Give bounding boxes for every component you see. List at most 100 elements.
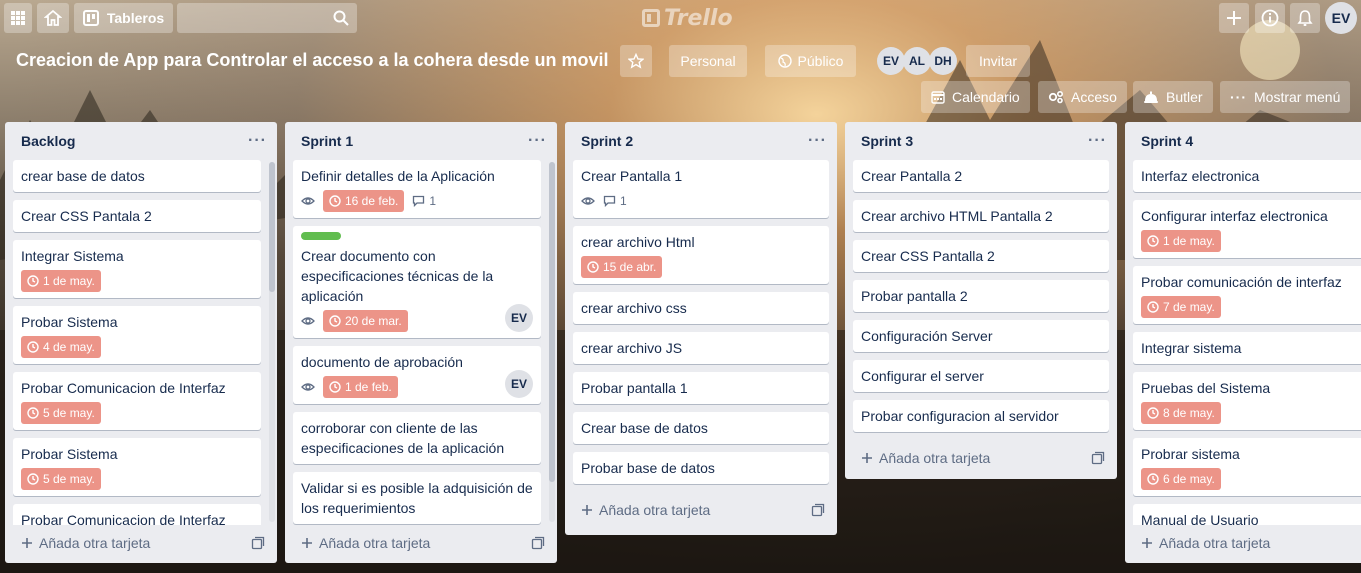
create-button[interactable] xyxy=(1219,3,1249,33)
due-date-badge[interactable]: 1 de may. xyxy=(21,270,101,292)
card[interactable]: Probrar sistema 6 de may. xyxy=(1133,438,1361,496)
add-card-button[interactable]: Añada otra tarjeta xyxy=(845,440,1117,476)
template-icon[interactable] xyxy=(531,536,545,550)
scrollbar-thumb[interactable] xyxy=(269,162,275,292)
search-input[interactable] xyxy=(177,3,357,33)
card[interactable]: Probar comunicación de interfaz 7 de may… xyxy=(1133,266,1361,324)
template-icon[interactable] xyxy=(811,503,825,517)
team-button[interactable]: Personal xyxy=(669,45,747,77)
card[interactable]: Crear base de datos xyxy=(573,412,829,444)
card-title: Crear documento con especificaciones téc… xyxy=(301,248,494,304)
template-icon[interactable] xyxy=(251,536,265,550)
due-date-badge[interactable]: 20 de mar. xyxy=(323,310,408,332)
card[interactable]: Configuración Server xyxy=(853,320,1109,352)
card[interactable]: Probar pantalla 1 xyxy=(573,372,829,404)
card[interactable]: Pruebas del Sistema 8 de may. xyxy=(1133,372,1361,430)
list-menu-icon[interactable]: ··· xyxy=(248,132,267,150)
info-button[interactable] xyxy=(1255,3,1285,33)
card[interactable]: Probar pantalla 2 xyxy=(853,280,1109,312)
due-date: 1 de may. xyxy=(43,274,95,288)
show-menu-button[interactable]: ··· Mostrar menú xyxy=(1220,81,1351,113)
list-title[interactable]: Sprint 3 xyxy=(861,133,913,149)
board-member-avatar[interactable]: EV xyxy=(877,47,905,75)
add-card-button[interactable]: Añada otra tarjeta xyxy=(5,525,277,561)
card[interactable]: Probar Sistema 4 de may. xyxy=(13,306,261,364)
card[interactable]: Crear CSS Pantala 2 xyxy=(13,200,261,232)
card[interactable]: Configurar el server xyxy=(853,360,1109,392)
board-member-avatar[interactable]: DH xyxy=(929,47,957,75)
list-title[interactable]: Sprint 2 xyxy=(581,133,633,149)
card[interactable]: Crear documento con especificaciones téc… xyxy=(293,226,541,338)
list-header[interactable]: Sprint 3 ··· xyxy=(845,122,1117,160)
due-date-badge[interactable]: 5 de may. xyxy=(21,468,101,490)
card[interactable]: crear archivo css xyxy=(573,292,829,324)
list-title[interactable]: Sprint 4 xyxy=(1141,133,1193,149)
list-title[interactable]: Backlog xyxy=(21,133,75,149)
card[interactable]: Manual de Usuario xyxy=(1133,504,1361,525)
card[interactable]: Validar si es posible la adquisición de … xyxy=(293,472,541,524)
list-menu-icon[interactable]: ··· xyxy=(808,132,827,150)
card[interactable]: Integrar sistema xyxy=(1133,332,1361,364)
invite-button[interactable]: Invitar xyxy=(966,45,1030,77)
board-title[interactable]: Creacion de App para Controlar el acceso… xyxy=(16,50,609,71)
list-header[interactable]: Backlog ··· xyxy=(5,122,277,160)
search-field[interactable] xyxy=(177,3,357,33)
watch-badge xyxy=(301,380,315,394)
card[interactable]: Probar Comunicacion de Interfaz xyxy=(13,504,261,525)
notifications-button[interactable] xyxy=(1290,3,1320,33)
card[interactable]: Crear archivo HTML Pantalla 2 xyxy=(853,200,1109,232)
access-button[interactable]: Acceso xyxy=(1038,81,1127,113)
due-date-badge[interactable]: 8 de may. xyxy=(1141,402,1221,424)
list-menu-icon[interactable]: ··· xyxy=(528,132,547,150)
card[interactable]: Configurar interfaz electronica 1 de may… xyxy=(1133,200,1361,258)
card[interactable]: Crear Pantalla 2 xyxy=(853,160,1109,192)
card[interactable]: crear base de datos xyxy=(13,160,261,192)
due-date-badge[interactable]: 15 de abr. xyxy=(581,256,663,278)
search-icon[interactable] xyxy=(333,10,349,26)
card[interactable]: Crear Pantalla 1 1 xyxy=(573,160,829,218)
due-date-badge[interactable]: 6 de may. xyxy=(1141,468,1221,490)
card-member-avatar[interactable]: EV xyxy=(505,370,533,398)
apps-grid-button[interactable] xyxy=(4,3,32,33)
due-date-badge[interactable]: 5 de may. xyxy=(21,402,101,424)
list-header[interactable]: Sprint 4 xyxy=(1125,122,1361,160)
card[interactable]: corroborar con cliente de las especifica… xyxy=(293,412,541,464)
home-button[interactable] xyxy=(37,3,69,33)
card[interactable]: crear archivo Html 15 de abr. xyxy=(573,226,829,284)
scrollbar-thumb[interactable] xyxy=(549,162,555,482)
star-board-button[interactable] xyxy=(620,45,652,77)
card[interactable]: Integrar Sistema 1 de may. xyxy=(13,240,261,298)
card[interactable]: Crear CSS Pantalla 2 xyxy=(853,240,1109,272)
butler-button[interactable]: Butler xyxy=(1133,81,1213,113)
watch-badge xyxy=(581,194,595,208)
board-member-avatar[interactable]: AL xyxy=(903,47,931,75)
due-date-badge[interactable]: 1 de may. xyxy=(1141,230,1221,252)
card-member-avatar[interactable]: EV xyxy=(505,304,533,332)
due-date-badge[interactable]: 1 de feb. xyxy=(323,376,398,398)
add-card-button[interactable]: Añada otra tarjeta xyxy=(565,492,837,528)
due-date-badge[interactable]: 4 de may. xyxy=(21,336,101,358)
list-header[interactable]: Sprint 2 ··· xyxy=(565,122,837,160)
card[interactable]: Interfaz electronica xyxy=(1133,160,1361,192)
card[interactable]: Probar base de datos xyxy=(573,452,829,484)
card[interactable]: Probar Sistema 5 de may. xyxy=(13,438,261,496)
list-header[interactable]: Sprint 1 ··· xyxy=(285,122,557,160)
calendar-button[interactable]: Calendario xyxy=(921,81,1030,113)
due-date-badge[interactable]: 16 de feb. xyxy=(323,190,405,212)
list-title[interactable]: Sprint 1 xyxy=(301,133,353,149)
card[interactable]: documento de aprobación 1 de feb. EV xyxy=(293,346,541,404)
card[interactable]: Probar Comunicacion de Interfaz 5 de may… xyxy=(13,372,261,430)
card[interactable]: Definir detalles de la Aplicación 16 de … xyxy=(293,160,541,218)
add-card-button[interactable]: Añada otra tarjeta xyxy=(285,525,557,561)
add-card-button[interactable]: Añada otra tarjeta xyxy=(1125,525,1361,561)
card[interactable]: crear archivo JS xyxy=(573,332,829,364)
template-icon[interactable] xyxy=(1091,451,1105,465)
card-label-green[interactable] xyxy=(301,232,341,240)
visibility-button[interactable]: Público xyxy=(765,45,856,77)
user-avatar[interactable]: EV xyxy=(1325,2,1357,34)
list-menu-icon[interactable]: ··· xyxy=(1088,132,1107,150)
boards-button[interactable]: Tableros xyxy=(74,3,173,33)
due-date-badge[interactable]: 7 de may. xyxy=(1141,296,1221,318)
trello-logo[interactable]: Trello xyxy=(642,4,733,32)
card[interactable]: Probar configuracion al servidor xyxy=(853,400,1109,432)
